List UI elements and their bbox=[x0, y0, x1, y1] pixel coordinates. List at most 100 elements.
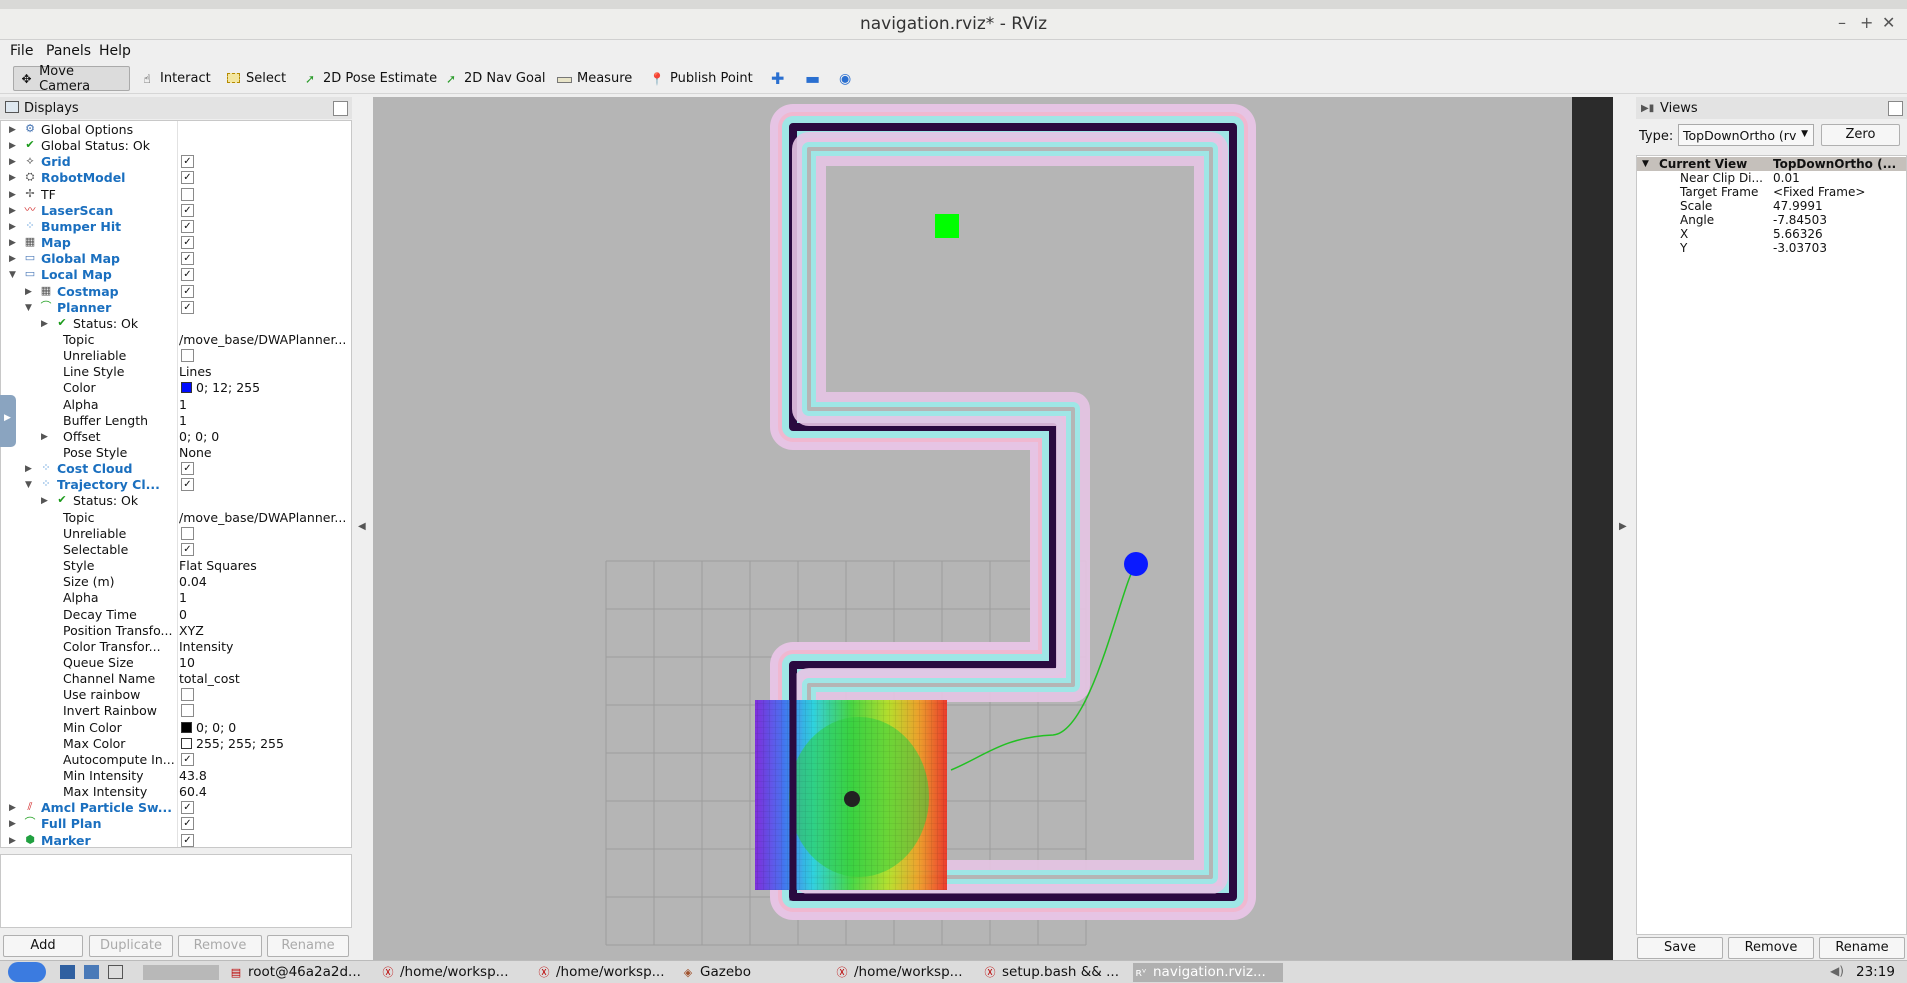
display-row[interactable]: Min Color 0; 0; 0 bbox=[1, 720, 351, 736]
view-property-row[interactable]: Scale 47.9991 bbox=[1637, 199, 1906, 213]
left-splitter[interactable]: ◀ bbox=[352, 97, 373, 960]
interact-tool[interactable]: ☝ Interact bbox=[134, 66, 216, 91]
display-row-value[interactable]: XYZ bbox=[179, 623, 204, 639]
display-row-value[interactable]: 10 bbox=[179, 655, 195, 671]
view-property-value[interactable]: 47.9991 bbox=[1773, 199, 1823, 213]
view-property-row[interactable]: X 5.66326 bbox=[1637, 227, 1906, 241]
collapsed-arrow-icon[interactable]: ▶ bbox=[25, 284, 32, 300]
display-row-value[interactable]: /move_base/DWAPlanner... bbox=[179, 510, 346, 526]
display-row[interactable]: Alpha 1 bbox=[1, 590, 351, 606]
view-property-value[interactable]: 5.66326 bbox=[1773, 227, 1823, 241]
display-row[interactable]: ▼ ⌒ Planner ✓ bbox=[1, 300, 351, 316]
display-row-value[interactable]: 0; 0; 0 bbox=[179, 720, 236, 736]
display-enable-checkbox[interactable] bbox=[181, 704, 194, 718]
display-enable-checkbox[interactable]: ✓ bbox=[181, 300, 194, 314]
collapsed-arrow-icon[interactable]: ▶ bbox=[9, 251, 16, 267]
display-row-value[interactable]: 0; 12; 255 bbox=[179, 380, 260, 396]
display-row[interactable]: ▶ ⛭ RobotModel ✓ bbox=[1, 170, 351, 186]
display-row[interactable]: Unreliable bbox=[1, 348, 351, 364]
display-row-value[interactable]: 1 bbox=[179, 413, 187, 429]
display-enable-checkbox[interactable]: ✓ bbox=[181, 801, 194, 815]
collapsed-arrow-icon[interactable]: ▶ bbox=[9, 800, 16, 816]
display-row-value[interactable]: 0.04 bbox=[179, 574, 207, 590]
display-row-value[interactable]: Flat Squares bbox=[179, 558, 257, 574]
display-enable-checkbox[interactable] bbox=[181, 688, 194, 702]
publish-point-tool[interactable]: 📍 Publish Point bbox=[644, 66, 758, 91]
display-row-value[interactable]: 1 bbox=[179, 590, 187, 606]
display-row[interactable]: Alpha 1 bbox=[1, 397, 351, 413]
display-enable-checkbox[interactable]: ✓ bbox=[181, 268, 194, 282]
display-row[interactable]: ▼ ▭ Local Map ✓ bbox=[1, 267, 351, 283]
zero-button[interactable]: Zero bbox=[1821, 124, 1900, 146]
display-enable-checkbox[interactable]: ✓ bbox=[181, 478, 194, 492]
collapsed-arrow-icon[interactable]: ▶ bbox=[41, 493, 48, 509]
taskbar-item[interactable]: ʀᵛ navigation.rviz... bbox=[1133, 963, 1283, 982]
measure-tool[interactable]: Measure bbox=[551, 66, 637, 91]
display-row[interactable]: Line Style Lines bbox=[1, 364, 351, 380]
display-enable-checkbox[interactable]: ✓ bbox=[181, 833, 194, 847]
close-icon[interactable]: ✕ bbox=[1882, 13, 1895, 32]
collapsed-arrow-icon[interactable]: ▶ bbox=[9, 138, 16, 154]
collapse-left-icon[interactable]: ◀ bbox=[358, 521, 366, 532]
display-row[interactable]: ▶ ⚙ Global Options bbox=[1, 122, 351, 138]
collapsed-arrow-icon[interactable]: ▶ bbox=[9, 122, 16, 138]
collapsed-arrow-icon[interactable]: ▶ bbox=[9, 219, 16, 235]
taskbar-item[interactable]: ◈ Gazebo bbox=[680, 963, 826, 982]
collapsed-arrow-icon[interactable]: ▶ bbox=[9, 235, 16, 251]
display-enable-checkbox[interactable]: ✓ bbox=[181, 171, 194, 185]
remove-tool-button[interactable]: ▬ bbox=[800, 66, 825, 91]
view-property-row[interactable]: Y -3.03703 bbox=[1637, 241, 1906, 255]
browser-icon[interactable] bbox=[84, 965, 99, 979]
display-row[interactable]: Size (m) 0.04 bbox=[1, 574, 351, 590]
file-manager-icon[interactable] bbox=[60, 965, 75, 979]
display-row-value[interactable]: Lines bbox=[179, 364, 212, 380]
display-row[interactable]: Decay Time 0 bbox=[1, 607, 351, 623]
display-row[interactable]: ▶ ✔ Status: Ok bbox=[1, 493, 351, 509]
display-enable-checkbox[interactable]: ✓ bbox=[181, 752, 194, 766]
display-row-value[interactable]: /move_base/DWAPlanner... bbox=[179, 332, 346, 348]
display-row[interactable]: Buffer Length 1 bbox=[1, 413, 351, 429]
taskbar-item[interactable]: Ⓧ /home/worksp... bbox=[834, 963, 974, 982]
display-row[interactable]: ▶ ✔ Status: Ok bbox=[1, 316, 351, 332]
add-display-button[interactable]: Add bbox=[3, 935, 83, 957]
display-row[interactable]: Min Intensity 43.8 bbox=[1, 768, 351, 784]
display-enable-checkbox[interactable]: ✓ bbox=[181, 542, 194, 556]
rename-display-button[interactable]: Rename bbox=[267, 935, 349, 957]
view-property-row[interactable]: Angle -7.84503 bbox=[1637, 213, 1906, 227]
taskbar-item[interactable]: Ⓧ /home/worksp... bbox=[380, 963, 528, 982]
display-row[interactable]: ▶ ✢ TF bbox=[1, 187, 351, 203]
remove-display-button[interactable]: Remove bbox=[178, 935, 262, 957]
display-row[interactable]: Color 0; 12; 255 bbox=[1, 380, 351, 396]
collapsed-arrow-icon[interactable]: ▶ bbox=[9, 154, 16, 170]
display-row-value[interactable]: 60.4 bbox=[179, 784, 207, 800]
move-camera-tool[interactable]: ✥ Move Camera bbox=[13, 64, 130, 94]
nav-goal-tool[interactable]: ➚ 2D Nav Goal bbox=[438, 66, 551, 91]
expanded-arrow-icon[interactable]: ▼ bbox=[25, 300, 32, 316]
collapsed-arrow-icon[interactable]: ▶ bbox=[9, 833, 16, 847]
display-row[interactable]: Position Transfo... XYZ bbox=[1, 623, 351, 639]
taskbar-item[interactable]: ▤ root@46a2a2d... bbox=[228, 963, 373, 982]
panel-float-toggle[interactable] bbox=[1888, 101, 1903, 116]
view-property-value[interactable]: 0.01 bbox=[1773, 171, 1800, 185]
rename-view-button[interactable]: Rename bbox=[1819, 937, 1905, 959]
save-view-button[interactable]: Save bbox=[1637, 937, 1723, 959]
display-row[interactable]: Use rainbow bbox=[1, 687, 351, 703]
display-row[interactable]: Pose Style None bbox=[1, 445, 351, 461]
minimize-icon[interactable]: – bbox=[1838, 13, 1846, 32]
displays-tree[interactable]: ▶ ⚙ Global Options ▶ ✔ Global Status: Ok ▶ ⟡ Gri… bbox=[0, 120, 352, 848]
maximize-icon[interactable]: + bbox=[1860, 13, 1873, 32]
start-menu-button[interactable] bbox=[8, 962, 46, 982]
display-enable-checkbox[interactable] bbox=[181, 349, 194, 363]
display-row[interactable]: ▶ Offset 0; 0; 0 bbox=[1, 429, 351, 445]
remove-view-button[interactable]: Remove bbox=[1728, 937, 1814, 959]
collapsed-arrow-icon[interactable]: ▶ bbox=[41, 316, 48, 332]
render-viewport[interactable] bbox=[373, 97, 1572, 960]
display-row[interactable]: Max Color 255; 255; 255 bbox=[1, 736, 351, 752]
display-row-value[interactable]: 0 bbox=[179, 607, 187, 623]
display-row[interactable]: Channel Name total_cost bbox=[1, 671, 351, 687]
display-row[interactable]: Queue Size 10 bbox=[1, 655, 351, 671]
display-row-value[interactable]: None bbox=[179, 445, 212, 461]
menu-panels[interactable]: Panels bbox=[46, 43, 91, 59]
camera-type-button[interactable]: ◉ bbox=[834, 66, 856, 91]
display-enable-checkbox[interactable]: ✓ bbox=[181, 252, 194, 266]
